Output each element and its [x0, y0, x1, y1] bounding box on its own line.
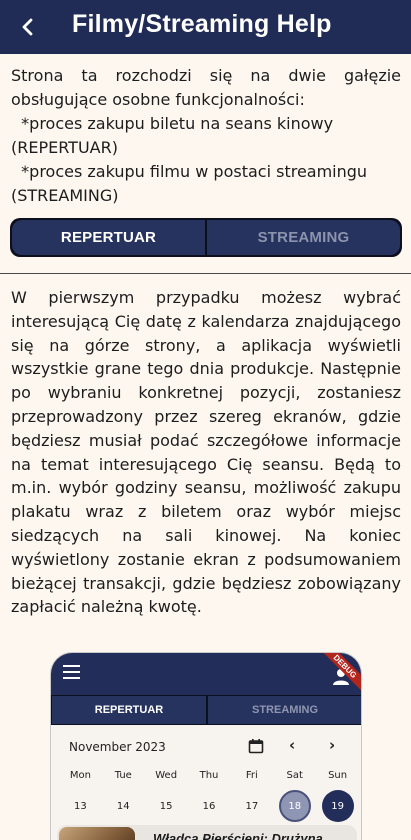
calendar-month: November 2023: [69, 740, 166, 754]
chevron-right-icon: ›: [329, 736, 336, 754]
calendar-date: 14: [116, 800, 130, 812]
calendar-dates: 13 14 15 16 17 18 19: [59, 790, 359, 822]
calendar-date: 15: [159, 800, 173, 812]
tab-streaming[interactable]: STREAMING: [207, 220, 400, 255]
preview-app-bar: DEBUG: [51, 653, 361, 699]
app-preview-screenshot: DEBUG REPERTUAR STREAMING November 2023 …: [50, 652, 362, 840]
weekday-label: Thu: [199, 770, 219, 781]
tab-repertuar[interactable]: REPERTUAR: [12, 220, 205, 255]
weekday-label: Tue: [114, 770, 132, 781]
calendar-icon: [248, 739, 264, 754]
calendar-date: 17: [245, 800, 259, 812]
intro-item-cinema-tag: (REPERTUAR): [11, 138, 118, 157]
movie-card: Władca Pierścieni: Drużyna: [57, 825, 357, 840]
menu-icon: [63, 665, 80, 679]
preview-tab-bar: REPERTUAR STREAMING: [51, 695, 361, 725]
repertuar-description: W pierwszym przypadku możesz wybrać inte…: [11, 288, 401, 617]
movie-title: Władca Pierścieni: Drużyna: [153, 831, 323, 840]
arrow-back-icon[interactable]: [14, 13, 42, 41]
divider: [0, 273, 411, 274]
weekday-label: Fri: [245, 770, 258, 781]
calendar-date-selected-light: 18: [273, 790, 316, 822]
intro-paragraph: Strona ta rozchodzi się na dwie gałęzie …: [11, 66, 401, 109]
calendar-weekdays: Mon Tue Wed Thu Fri Sat Sun: [59, 770, 359, 781]
calendar-date-selected-dark: 19: [316, 790, 359, 822]
weekday-label: Sun: [328, 770, 348, 781]
weekday-label: Sat: [286, 770, 303, 781]
intro-text: Strona ta rozchodzi się na dwie gałęzie …: [11, 64, 401, 208]
intro-item-cinema: *proces zakupu biletu na seans kinowy: [21, 114, 334, 133]
preview-tab-repertuar: REPERTUAR: [52, 696, 206, 724]
tab-bar: REPERTUAR STREAMING: [10, 218, 402, 257]
calendar-date: 16: [202, 800, 216, 812]
movie-poster: [59, 827, 135, 840]
intro-item-streaming-tag: (STREAMING): [11, 186, 119, 205]
chevron-left-icon: ‹: [289, 736, 296, 754]
weekday-label: Mon: [69, 770, 91, 781]
weekday-label: Wed: [155, 770, 178, 781]
app-bar: Filmy/Streaming Help: [0, 0, 411, 54]
intro-item-streaming: *proces zakupu filmu w postaci streaming…: [21, 162, 368, 181]
page-title: Filmy/Streaming Help: [72, 10, 332, 38]
preview-tab-streaming: STREAMING: [208, 696, 361, 724]
calendar-date: 13: [74, 800, 87, 812]
